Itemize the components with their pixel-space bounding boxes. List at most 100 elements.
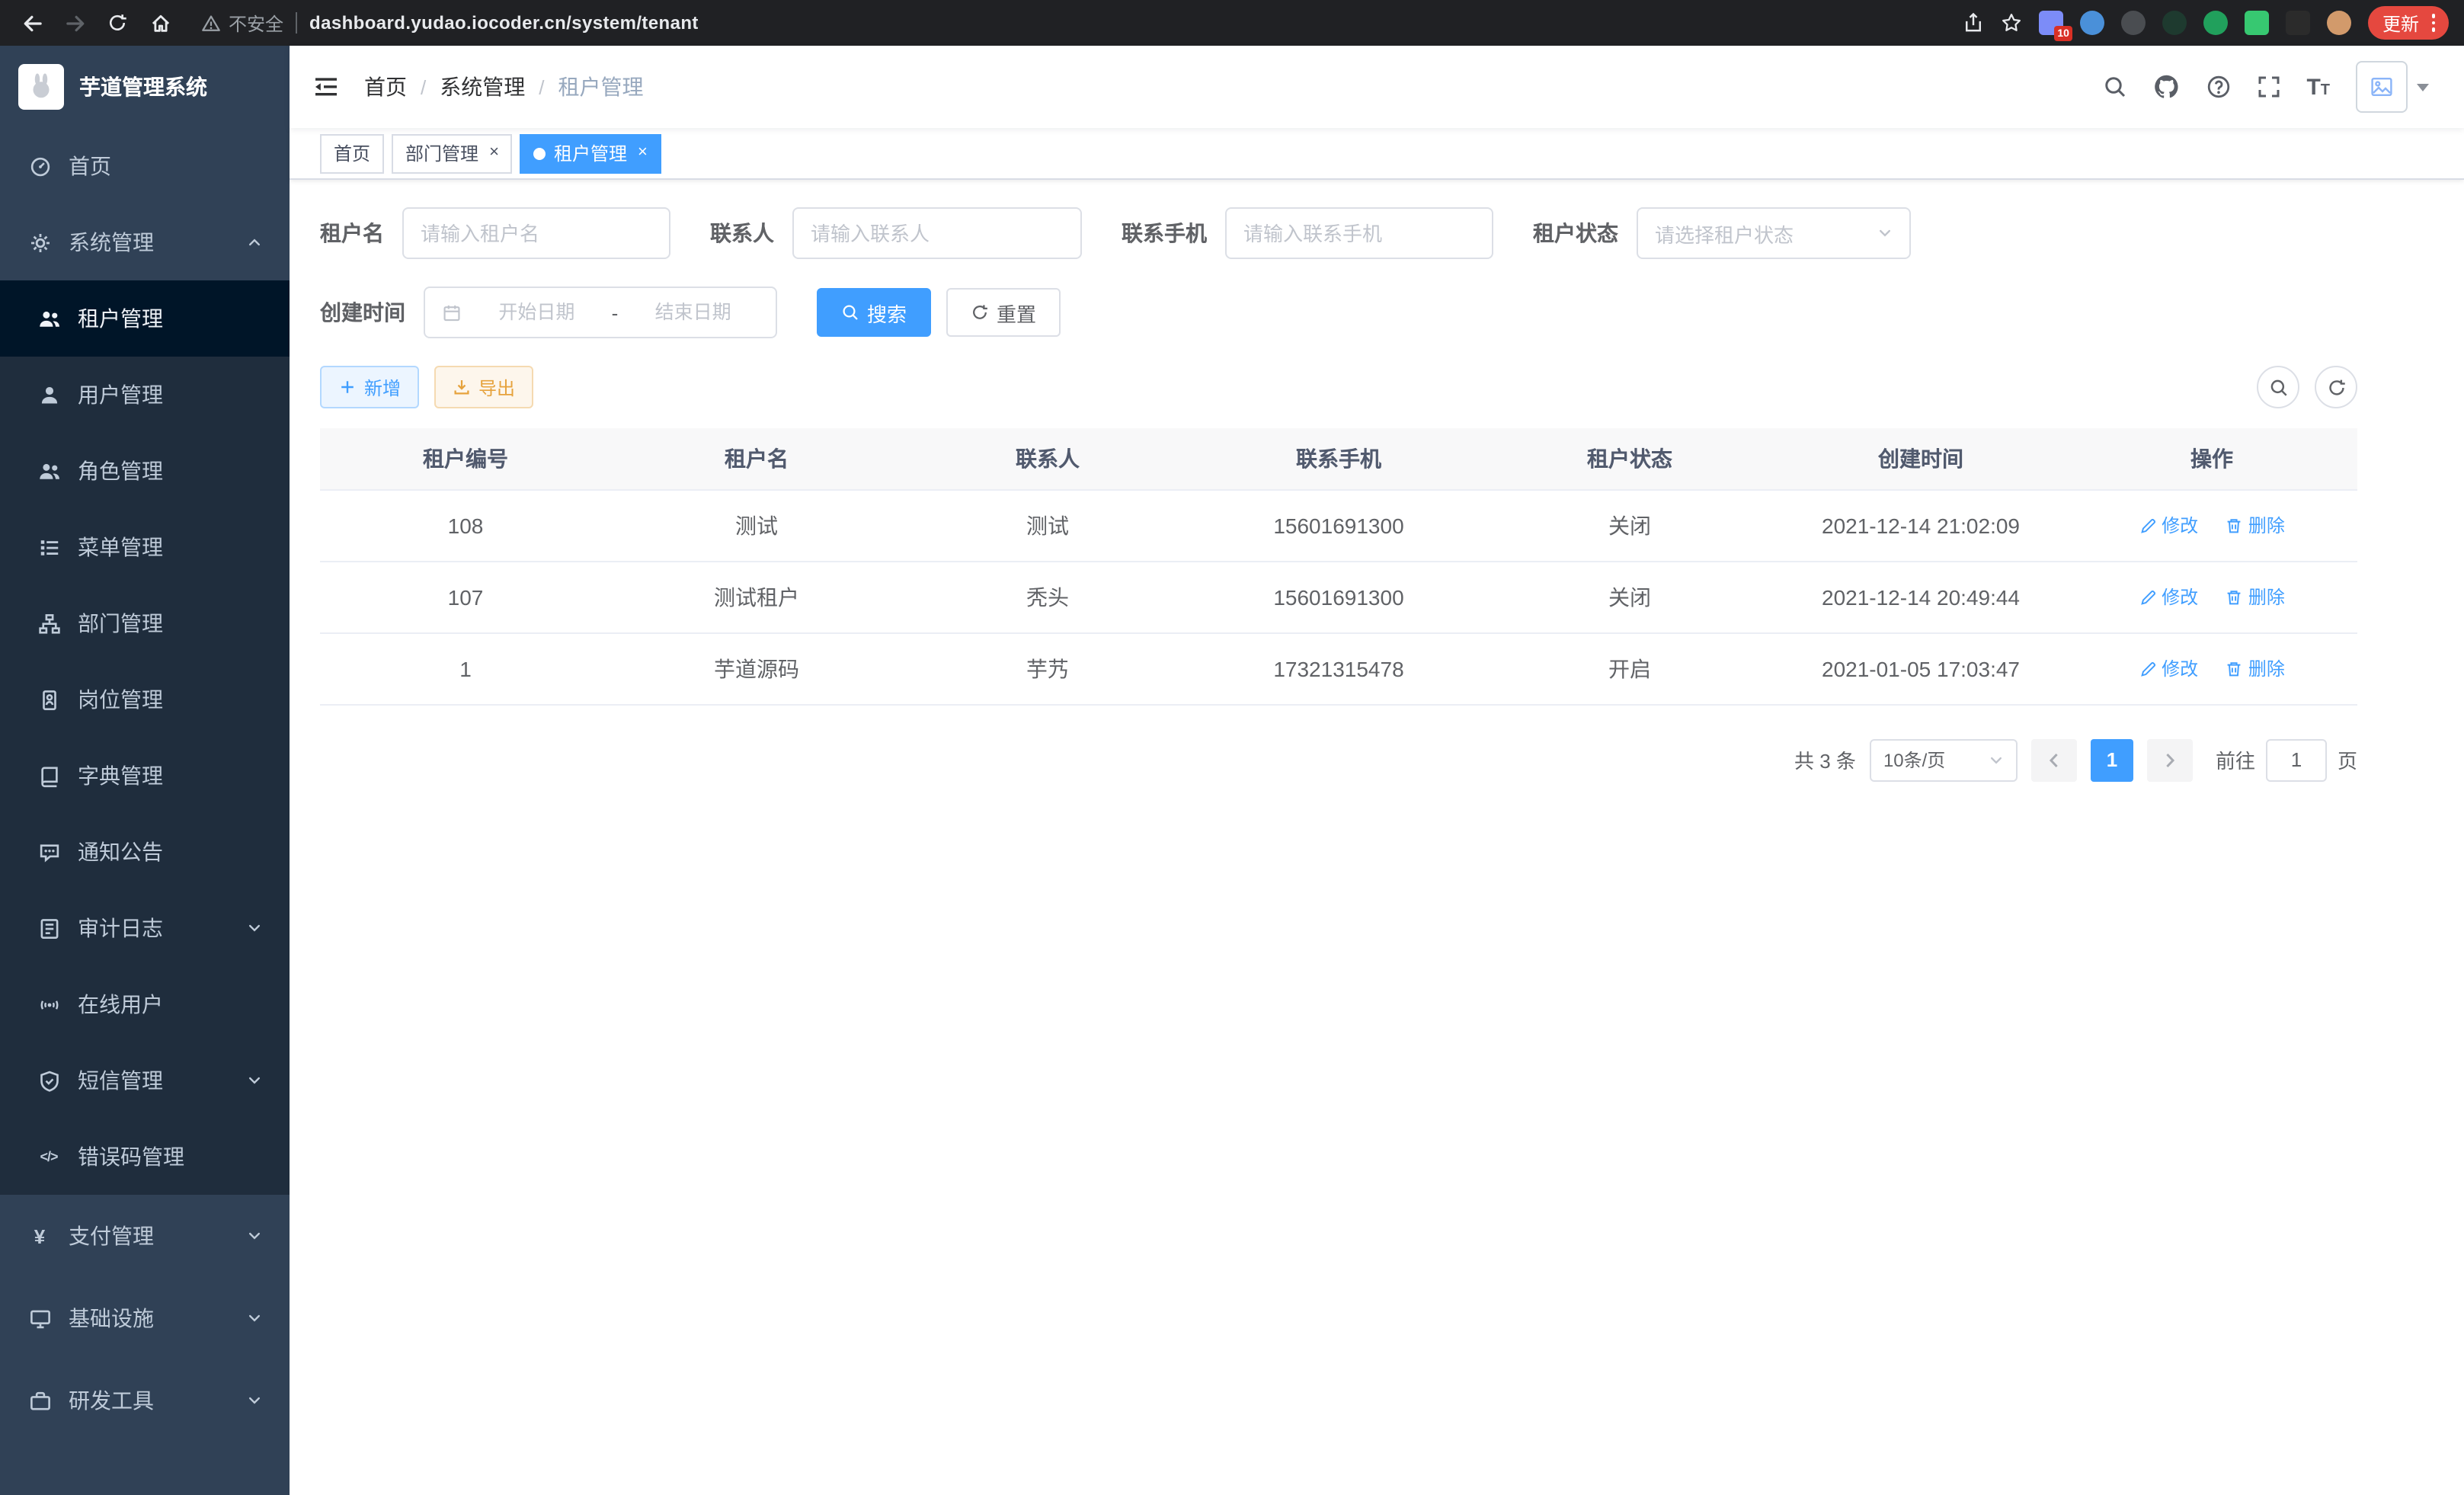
extension-icon-7[interactable]	[2286, 11, 2311, 35]
chevron-down-icon	[247, 1311, 262, 1326]
browser-reload-button[interactable]	[101, 6, 134, 40]
breadcrumb-system[interactable]: 系统管理	[440, 72, 525, 102]
browser-back-button[interactable]	[15, 6, 49, 40]
page-size-select[interactable]: 10条/页	[1870, 738, 2018, 781]
sidebar-item-infra[interactable]: 基础设施	[0, 1277, 290, 1359]
export-button[interactable]: 导出	[434, 366, 533, 408]
refresh-table-button[interactable]	[2315, 366, 2357, 408]
edit-link[interactable]: 修改	[2139, 513, 2198, 539]
font-size-icon[interactable]: TT	[2306, 75, 2330, 98]
address-bar[interactable]: 不安全 dashboard.yudao.iocoder.cn/system/te…	[201, 10, 1939, 36]
extension-icon-2[interactable]	[2081, 11, 2105, 35]
close-icon[interactable]: ×	[489, 145, 499, 162]
breadcrumb: 首页 / 系统管理 / 租户管理	[364, 72, 644, 102]
delete-link[interactable]: 删除	[2226, 513, 2285, 539]
sidebar-item-system[interactable]: 系统管理	[0, 204, 290, 280]
prev-page-button[interactable]	[2031, 738, 2077, 781]
org-tree-icon	[37, 611, 61, 635]
edit-link[interactable]: 修改	[2139, 656, 2198, 682]
sidebar-item-home[interactable]: 首页	[0, 128, 290, 204]
toggle-search-button[interactable]	[2257, 366, 2299, 408]
github-icon[interactable]	[2152, 73, 2180, 101]
reset-button[interactable]: 重置	[946, 288, 1061, 337]
app-title: 芋道管理系统	[79, 72, 207, 102]
shield-icon	[37, 1068, 61, 1093]
browser-toolbar: 不安全 dashboard.yudao.iocoder.cn/system/te…	[0, 0, 2464, 46]
status-select[interactable]: 请选择租户状态	[1637, 207, 1911, 259]
site-security-indicator[interactable]: 不安全	[201, 10, 283, 36]
collapse-sidebar-button[interactable]	[312, 73, 340, 101]
sidebar-item-menu[interactable]: 菜单管理	[0, 509, 290, 585]
user-avatar-menu[interactable]	[2356, 61, 2429, 113]
share-icon[interactable]	[1963, 12, 1985, 34]
browser-update-button[interactable]: 更新	[2369, 6, 2449, 40]
sidebar-item-devtools[interactable]: 研发工具	[0, 1359, 290, 1442]
create-time-range-picker[interactable]: -	[424, 287, 777, 338]
breadcrumb-home[interactable]: 首页	[364, 72, 407, 102]
date-separator: -	[612, 301, 619, 324]
create-time-label: 创建时间	[320, 297, 405, 328]
sidebar-item-audit-log[interactable]: 审计日志	[0, 890, 290, 966]
goto-label: 前往	[2216, 745, 2255, 774]
sidebar-item-user[interactable]: 用户管理	[0, 357, 290, 433]
sidebar-item-tenant[interactable]: 租户管理	[0, 280, 290, 357]
page-number-1[interactable]: 1	[2091, 738, 2133, 781]
add-button[interactable]: 新增	[320, 366, 419, 408]
fullscreen-icon[interactable]	[2256, 75, 2280, 99]
mobile-label: 联系手机	[1122, 218, 1207, 248]
sidebar-item-dict[interactable]: 字典管理	[0, 738, 290, 814]
avatar[interactable]	[2356, 61, 2408, 113]
app-logo[interactable]: 芋道管理系统	[0, 46, 290, 128]
sidebar-item-payment[interactable]: ¥ 支付管理	[0, 1195, 290, 1277]
url-text[interactable]: dashboard.yudao.iocoder.cn/system/tenant	[309, 12, 699, 34]
search-icon[interactable]	[2102, 75, 2126, 99]
date-start-input[interactable]	[471, 302, 603, 323]
table-header-row: 租户编号 租户名 联系人 联系手机 租户状态 创建时间 操作	[320, 428, 2357, 489]
sidebar-item-dept[interactable]: 部门管理	[0, 585, 290, 661]
total-count: 共 3 条	[1794, 745, 1856, 774]
table-row: 108 测试 测试 15601691300 关闭 2021-12-14 21:0…	[320, 489, 2357, 561]
sidebar-item-post[interactable]: 岗位管理	[0, 661, 290, 738]
tab-tenant[interactable]: 租户管理 ×	[520, 133, 661, 173]
tab-dept[interactable]: 部门管理 ×	[392, 133, 513, 173]
help-icon[interactable]	[2206, 75, 2230, 99]
sidebar-item-online-user[interactable]: 在线用户	[0, 966, 290, 1042]
navbar-actions: TT	[2102, 61, 2441, 113]
browser-home-button[interactable]	[143, 6, 177, 40]
tab-home[interactable]: 首页	[320, 133, 384, 173]
goto-page-input[interactable]	[2266, 738, 2327, 781]
logo-image	[18, 64, 64, 110]
user-icon	[37, 383, 61, 407]
tenant-name-input[interactable]	[421, 222, 652, 245]
extension-icon-1[interactable]: 10	[2040, 11, 2064, 35]
close-icon[interactable]: ×	[638, 145, 648, 162]
edit-link[interactable]: 修改	[2139, 584, 2198, 610]
top-navbar: 首页 / 系统管理 / 租户管理 TT	[290, 46, 2464, 128]
screen: 不安全 dashboard.yudao.iocoder.cn/system/te…	[0, 0, 2464, 1495]
book-icon	[37, 764, 61, 788]
extension-badge: 10	[2053, 26, 2073, 41]
mobile-input[interactable]	[1243, 222, 1475, 245]
next-page-button[interactable]	[2147, 738, 2193, 781]
chevron-down-icon	[247, 1073, 262, 1088]
sidebar-item-error-code[interactable]: </> 错误码管理	[0, 1119, 290, 1195]
delete-link[interactable]: 删除	[2226, 584, 2285, 610]
browser-menu-icon[interactable]	[2431, 14, 2435, 32]
extension-icon-6[interactable]	[2245, 11, 2270, 35]
extension-icon-3[interactable]	[2122, 11, 2146, 35]
extension-icon-4[interactable]	[2163, 11, 2187, 35]
sidebar-item-role[interactable]: 角色管理	[0, 433, 290, 509]
contact-input[interactable]	[811, 222, 1064, 245]
browser-forward-button[interactable]	[58, 6, 91, 40]
search-button[interactable]: 搜索	[817, 288, 931, 337]
bookmark-star-icon[interactable]	[2002, 12, 2023, 34]
sidebar-item-sms[interactable]: 短信管理	[0, 1042, 290, 1119]
tenant-name-label: 租户名	[320, 218, 384, 248]
delete-link[interactable]: 删除	[2226, 656, 2285, 682]
col-status: 租户状态	[1484, 428, 1775, 489]
profile-avatar-icon[interactable]	[2328, 11, 2352, 35]
extension-icon-5[interactable]	[2204, 11, 2229, 35]
sidebar-item-notice[interactable]: 通知公告	[0, 814, 290, 890]
date-end-input[interactable]	[627, 302, 759, 323]
page-content: 租户名 联系人 联系手机	[290, 180, 2464, 1495]
